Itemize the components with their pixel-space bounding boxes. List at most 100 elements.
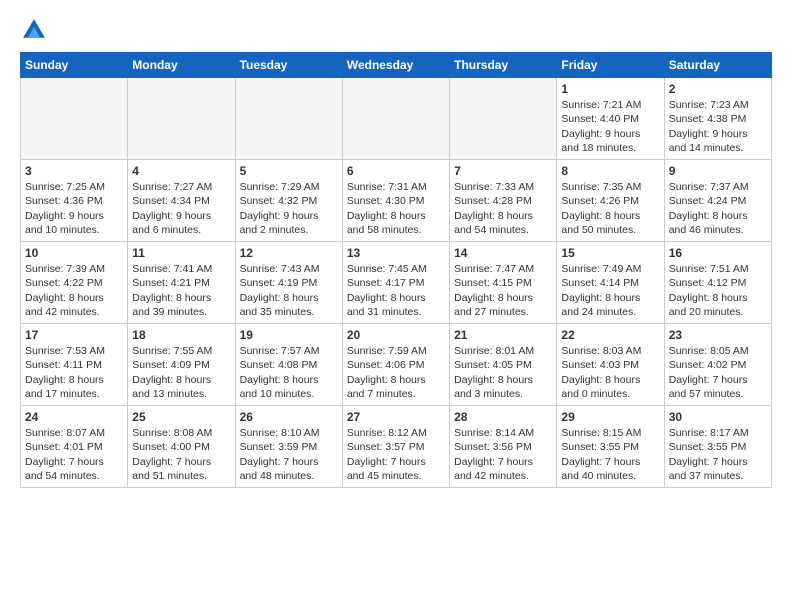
day-info-line: and 7 minutes.: [347, 387, 445, 401]
day-info-line: Sunrise: 8:01 AM: [454, 344, 552, 358]
day-info-line: Daylight: 9 hours: [561, 127, 659, 141]
calendar-week-1: 1Sunrise: 7:21 AMSunset: 4:40 PMDaylight…: [21, 78, 772, 160]
day-info-line: Sunrise: 7:25 AM: [25, 180, 123, 194]
day-info-line: Sunset: 4:14 PM: [561, 276, 659, 290]
day-info-line: and 10 minutes.: [240, 387, 338, 401]
day-info-line: Daylight: 7 hours: [240, 455, 338, 469]
day-info-line: and 35 minutes.: [240, 305, 338, 319]
day-info-line: and 24 minutes.: [561, 305, 659, 319]
day-info-line: Sunrise: 8:12 AM: [347, 426, 445, 440]
col-header-wednesday: Wednesday: [342, 53, 449, 78]
day-info-line: Sunrise: 8:17 AM: [669, 426, 767, 440]
day-number: 23: [669, 327, 767, 343]
day-info-line: and 2 minutes.: [240, 223, 338, 237]
day-info-line: Daylight: 7 hours: [669, 373, 767, 387]
day-info-line: Sunrise: 7:49 AM: [561, 262, 659, 276]
day-info-line: and 6 minutes.: [132, 223, 230, 237]
day-info-line: Sunset: 4:38 PM: [669, 112, 767, 126]
col-header-saturday: Saturday: [664, 53, 771, 78]
day-info-line: Sunrise: 7:53 AM: [25, 344, 123, 358]
day-info-line: Sunset: 3:59 PM: [240, 440, 338, 454]
day-number: 13: [347, 245, 445, 261]
day-info-line: and 20 minutes.: [669, 305, 767, 319]
day-info-line: Sunrise: 8:15 AM: [561, 426, 659, 440]
calendar-cell: 26Sunrise: 8:10 AMSunset: 3:59 PMDayligh…: [235, 406, 342, 488]
calendar-cell: 7Sunrise: 7:33 AMSunset: 4:28 PMDaylight…: [450, 160, 557, 242]
day-info-line: Sunset: 4:08 PM: [240, 358, 338, 372]
day-info-line: Sunset: 4:22 PM: [25, 276, 123, 290]
day-number: 28: [454, 409, 552, 425]
day-info-line: Sunrise: 8:14 AM: [454, 426, 552, 440]
day-info-line: Sunset: 4:01 PM: [25, 440, 123, 454]
day-info-line: Daylight: 9 hours: [25, 209, 123, 223]
day-info-line: Sunrise: 7:47 AM: [454, 262, 552, 276]
day-info-line: Daylight: 8 hours: [347, 209, 445, 223]
day-info-line: Daylight: 8 hours: [347, 291, 445, 305]
calendar-cell: 14Sunrise: 7:47 AMSunset: 4:15 PMDayligh…: [450, 242, 557, 324]
day-info-line: Sunrise: 7:55 AM: [132, 344, 230, 358]
day-number: 26: [240, 409, 338, 425]
day-info-line: Sunrise: 7:35 AM: [561, 180, 659, 194]
day-info-line: and 37 minutes.: [669, 469, 767, 483]
day-info-line: Sunset: 4:15 PM: [454, 276, 552, 290]
day-info-line: Sunset: 4:28 PM: [454, 194, 552, 208]
day-info-line: Sunrise: 7:29 AM: [240, 180, 338, 194]
day-info-line: and 48 minutes.: [240, 469, 338, 483]
calendar-cell: 15Sunrise: 7:49 AMSunset: 4:14 PMDayligh…: [557, 242, 664, 324]
logo-icon: [20, 16, 48, 44]
day-info-line: Sunset: 3:55 PM: [561, 440, 659, 454]
day-info-line: Sunset: 4:26 PM: [561, 194, 659, 208]
calendar-cell: 19Sunrise: 7:57 AMSunset: 4:08 PMDayligh…: [235, 324, 342, 406]
day-info-line: Sunset: 4:06 PM: [347, 358, 445, 372]
calendar-week-2: 3Sunrise: 7:25 AMSunset: 4:36 PMDaylight…: [21, 160, 772, 242]
day-info-line: and 14 minutes.: [669, 141, 767, 155]
day-info-line: and 31 minutes.: [347, 305, 445, 319]
day-info-line: Sunrise: 7:21 AM: [561, 98, 659, 112]
calendar-cell: 24Sunrise: 8:07 AMSunset: 4:01 PMDayligh…: [21, 406, 128, 488]
day-number: 9: [669, 163, 767, 179]
day-number: 25: [132, 409, 230, 425]
day-info-line: Sunrise: 8:05 AM: [669, 344, 767, 358]
day-info-line: Daylight: 7 hours: [347, 455, 445, 469]
day-info-line: Sunset: 3:57 PM: [347, 440, 445, 454]
day-info-line: Daylight: 8 hours: [132, 373, 230, 387]
day-number: 17: [25, 327, 123, 343]
day-info-line: Sunset: 3:55 PM: [669, 440, 767, 454]
day-info-line: Daylight: 8 hours: [240, 291, 338, 305]
calendar-cell: 13Sunrise: 7:45 AMSunset: 4:17 PMDayligh…: [342, 242, 449, 324]
day-info-line: Daylight: 8 hours: [561, 373, 659, 387]
day-info-line: Daylight: 8 hours: [240, 373, 338, 387]
day-number: 2: [669, 81, 767, 97]
day-number: 11: [132, 245, 230, 261]
day-info-line: Sunrise: 7:39 AM: [25, 262, 123, 276]
calendar-cell: 12Sunrise: 7:43 AMSunset: 4:19 PMDayligh…: [235, 242, 342, 324]
day-info-line: and 0 minutes.: [561, 387, 659, 401]
col-header-monday: Monday: [128, 53, 235, 78]
day-info-line: and 57 minutes.: [669, 387, 767, 401]
day-info-line: Sunset: 4:40 PM: [561, 112, 659, 126]
day-info-line: Sunrise: 8:10 AM: [240, 426, 338, 440]
day-number: 14: [454, 245, 552, 261]
day-info-line: Sunrise: 7:41 AM: [132, 262, 230, 276]
calendar-cell: 27Sunrise: 8:12 AMSunset: 3:57 PMDayligh…: [342, 406, 449, 488]
day-number: 29: [561, 409, 659, 425]
calendar-cell: 22Sunrise: 8:03 AMSunset: 4:03 PMDayligh…: [557, 324, 664, 406]
day-info-line: and 40 minutes.: [561, 469, 659, 483]
day-info-line: and 50 minutes.: [561, 223, 659, 237]
day-info-line: Daylight: 8 hours: [347, 373, 445, 387]
day-info-line: and 17 minutes.: [25, 387, 123, 401]
day-info-line: Sunset: 4:19 PM: [240, 276, 338, 290]
day-number: 20: [347, 327, 445, 343]
day-number: 3: [25, 163, 123, 179]
calendar-week-3: 10Sunrise: 7:39 AMSunset: 4:22 PMDayligh…: [21, 242, 772, 324]
day-info-line: and 3 minutes.: [454, 387, 552, 401]
calendar-cell: 1Sunrise: 7:21 AMSunset: 4:40 PMDaylight…: [557, 78, 664, 160]
day-info-line: Daylight: 9 hours: [132, 209, 230, 223]
calendar-week-5: 24Sunrise: 8:07 AMSunset: 4:01 PMDayligh…: [21, 406, 772, 488]
calendar-cell: [235, 78, 342, 160]
day-number: 1: [561, 81, 659, 97]
day-number: 15: [561, 245, 659, 261]
calendar-cell: 17Sunrise: 7:53 AMSunset: 4:11 PMDayligh…: [21, 324, 128, 406]
calendar-cell: 5Sunrise: 7:29 AMSunset: 4:32 PMDaylight…: [235, 160, 342, 242]
day-info-line: Sunset: 4:32 PM: [240, 194, 338, 208]
